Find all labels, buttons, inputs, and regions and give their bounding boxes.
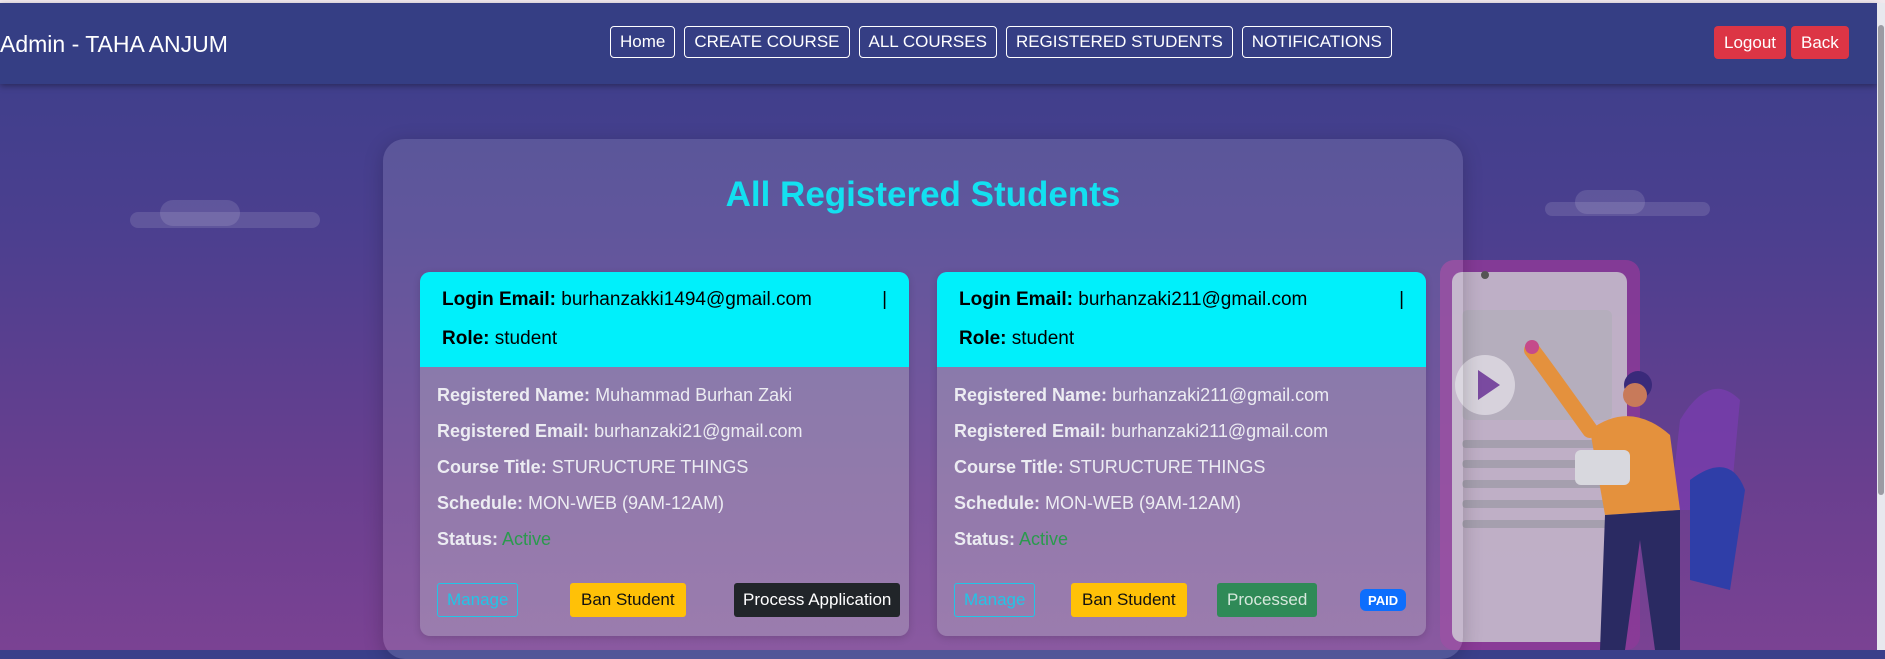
person-with-video-illustration (1440, 260, 1745, 650)
header-separator: | (882, 289, 887, 310)
schedule-row: Schedule: MON-WEB (9AM-12AM) (437, 493, 724, 514)
registered-email-row: Registered Email: burhanzaki211@gmail.co… (954, 421, 1328, 442)
registered-email-value: burhanzaki21@gmail.com (594, 421, 803, 441)
registered-email-label: Registered Email: (954, 421, 1107, 441)
registered-email-row: Registered Email: burhanzaki21@gmail.com (437, 421, 802, 442)
nav-registered-students-button[interactable]: REGISTERED STUDENTS (1005, 26, 1233, 58)
login-email-value: burhanzakki1494@gmail.com (561, 289, 812, 310)
role-line: Role: student (959, 328, 1074, 350)
registered-name-row: Registered Name: Muhammad Burhan Zaki (437, 385, 792, 406)
ban-student-button[interactable]: Ban Student (570, 583, 686, 617)
schedule-row: Schedule: MON-WEB (9AM-12AM) (954, 493, 1241, 514)
registered-name-value: Muhammad Burhan Zaki (595, 385, 793, 405)
course-title-row: Course Title: STURUCTURE THINGS (954, 457, 1265, 478)
student-card-header: Login Email: burhanzaki211@gmail.com | R… (937, 272, 1426, 367)
role-value: student (494, 328, 558, 349)
registered-name-label: Registered Name: (954, 385, 1108, 405)
schedule-value: MON-WEB (9AM-12AM) (528, 493, 725, 513)
process-application-button[interactable]: Process Application (734, 583, 901, 617)
cloud-decoration-right-puff (1575, 190, 1645, 214)
status-label: Status: (437, 529, 499, 549)
manage-button[interactable]: Manage (437, 583, 519, 617)
course-title-value: STURUCTURE THINGS (551, 457, 749, 477)
schedule-label: Schedule: (954, 493, 1041, 513)
registered-name-value: burhanzaki211@gmail.com (1112, 385, 1330, 405)
registered-name-row: Registered Name: burhanzaki211@gmail.com (954, 385, 1329, 406)
nav-home-button[interactable]: Home (610, 26, 676, 58)
course-title-label: Course Title: (437, 457, 547, 477)
nav-links: Home CREATE COURSE ALL COURSES REGISTERE… (610, 26, 1392, 58)
nav-create-course-button[interactable]: CREATE COURSE (684, 26, 850, 58)
brand-title: Admin - TAHA ANJUM (0, 31, 228, 57)
role-label: Role: (959, 328, 1007, 349)
course-title-label: Course Title: (954, 457, 1064, 477)
status-row: Status: Active (437, 529, 551, 550)
schedule-value: MON-WEB (9AM-12AM) (1045, 493, 1242, 513)
login-email-line: Login Email: burhanzakki1494@gmail.com (442, 289, 812, 311)
registered-email-value: burhanzaki211@gmail.com (1111, 421, 1329, 441)
role-value: student (1011, 328, 1075, 349)
registered-students-panel: All Registered Students Login Email: bur… (383, 139, 1463, 659)
top-navbar: Admin - TAHA ANJUM Home CREATE COURSE AL… (0, 3, 1877, 84)
course-title-row: Course Title: STURUCTURE THINGS (437, 457, 748, 478)
student-card: Login Email: burhanzaki211@gmail.com | R… (937, 272, 1426, 636)
status-label: Status: (954, 529, 1016, 549)
student-card: Login Email: burhanzakki1494@gmail.com |… (420, 272, 909, 636)
header-separator: | (1399, 289, 1404, 310)
nav-all-courses-button[interactable]: ALL COURSES (858, 26, 997, 58)
registered-email-label: Registered Email: (437, 421, 590, 441)
paid-badge: PAID (1360, 589, 1407, 611)
login-email-value: burhanzaki211@gmail.com (1078, 289, 1308, 310)
login-email-line: Login Email: burhanzaki211@gmail.com (959, 289, 1307, 311)
manage-button[interactable]: Manage (954, 583, 1036, 617)
page-scrollbar[interactable] (1877, 3, 1885, 650)
student-card-header: Login Email: burhanzakki1494@gmail.com |… (420, 272, 909, 367)
login-email-label: Login Email: (959, 289, 1073, 310)
registered-name-label: Registered Name: (437, 385, 591, 405)
schedule-label: Schedule: (437, 493, 524, 513)
role-line: Role: student (442, 328, 557, 350)
login-email-label: Login Email: (442, 289, 556, 310)
page-title: All Registered Students (725, 175, 1121, 214)
status-value: Active (1019, 529, 1069, 549)
logout-button[interactable]: Logout (1714, 26, 1786, 59)
processed-button[interactable]: Processed (1217, 583, 1318, 617)
course-title-value: STURUCTURE THINGS (1068, 457, 1266, 477)
nav-notifications-button[interactable]: NOTIFICATIONS (1241, 26, 1392, 58)
cloud-decoration-left-puff (160, 200, 240, 226)
back-button[interactable]: Back (1791, 26, 1849, 59)
status-row: Status: Active (954, 529, 1068, 550)
role-label: Role: (442, 328, 490, 349)
scrollbar-thumb[interactable] (1878, 25, 1884, 495)
status-value: Active (502, 529, 552, 549)
ban-student-button[interactable]: Ban Student (1071, 583, 1187, 617)
